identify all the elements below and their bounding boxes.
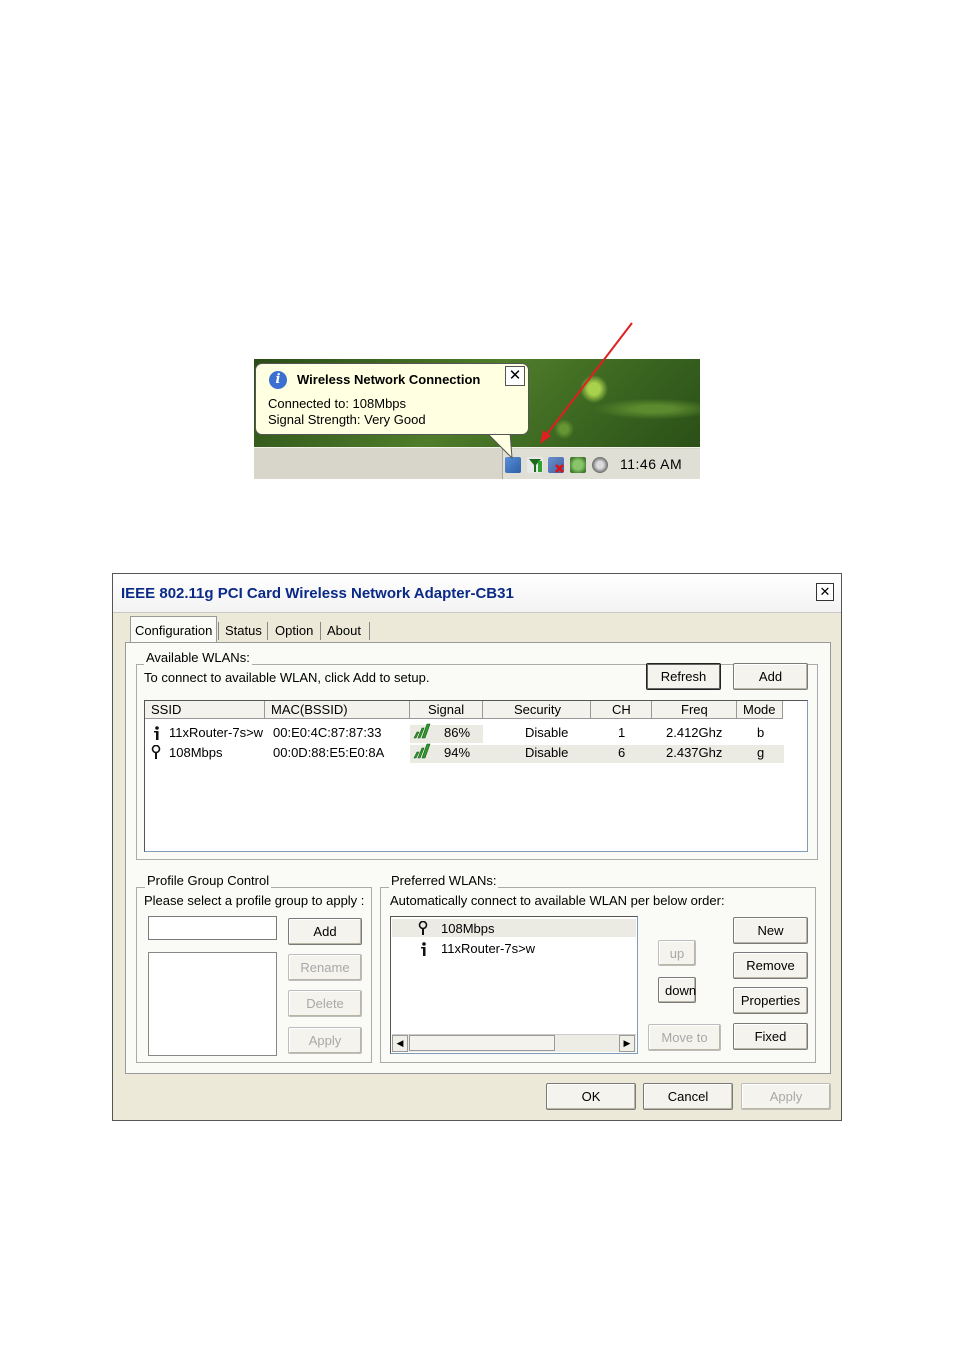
table-cell-mac: 00:0D:88:E5:E0:8A <box>273 745 385 760</box>
preferred-wlans-hint: Automatically connect to available WLAN … <box>390 893 725 908</box>
add-wlan-button[interactable]: Add <box>733 663 808 690</box>
table-cell-security: Disable <box>525 745 569 760</box>
balloon-connected-text: Connected to: 108Mbps <box>268 396 407 411</box>
dialog-close-button[interactable]: ✕ <box>816 583 834 601</box>
table-cell-ch: 1 <box>618 725 626 740</box>
preferred-list-scrollbar[interactable]: ◀ ▶ <box>392 1034 636 1052</box>
profile-delete-button[interactable]: Delete <box>288 990 362 1017</box>
ap-mode-b-icon <box>154 726 159 740</box>
volume-icon[interactable] <box>592 457 608 473</box>
wireless-adapter-dialog: IEEE 802.11g PCI Card Wireless Network A… <box>112 573 842 1121</box>
fixed-button[interactable]: Fixed <box>733 1023 808 1050</box>
info-icon: i <box>269 371 287 389</box>
table-cell-mode: b <box>757 725 765 740</box>
table-cell-freq: 2.437Ghz <box>666 745 723 760</box>
scroll-right-arrow-icon[interactable]: ▶ <box>619 1035 635 1052</box>
apply-button[interactable]: Apply <box>741 1083 831 1110</box>
table-cell-mode: g <box>757 745 765 760</box>
column-header-mac[interactable]: MAC(BSSID) <box>265 701 410 719</box>
notification-balloon: i Wireless Network Connection Connected … <box>255 363 529 435</box>
scrollbar-thumb[interactable] <box>409 1035 555 1051</box>
column-header-ssid[interactable]: SSID <box>145 701 265 719</box>
profile-group-list[interactable] <box>148 952 277 1056</box>
tab-configuration[interactable]: Configuration <box>130 616 218 643</box>
table-cell-ch: 6 <box>618 745 626 760</box>
list-item[interactable]: 108Mbps <box>441 921 494 936</box>
table-cell-signal: 86% <box>444 725 471 740</box>
tab-separator <box>369 622 370 640</box>
wireless-utility-icon[interactable] <box>527 457 543 473</box>
ap-mode-g-icon <box>418 921 428 935</box>
dialog-titlebar[interactable]: IEEE 802.11g PCI Card Wireless Network A… <box>113 574 841 613</box>
preferred-wlans-label: Preferred WLANs: <box>389 873 499 888</box>
tab-option[interactable]: Option <box>271 619 317 642</box>
cancel-button[interactable]: Cancel <box>643 1083 733 1110</box>
column-header-ch[interactable]: CH <box>591 701 652 719</box>
scroll-left-arrow-icon[interactable]: ◀ <box>392 1035 408 1052</box>
new-profile-button[interactable]: New <box>733 917 808 944</box>
ap-mode-b-icon <box>421 942 426 956</box>
refresh-button[interactable]: Refresh <box>646 663 721 690</box>
list-item[interactable]: 11xRouter-7s>w <box>441 941 535 956</box>
column-header-signal[interactable]: Signal <box>410 701 483 719</box>
table-cell-mac: 00:E0:4C:87:87:33 <box>273 725 382 740</box>
ok-button[interactable]: OK <box>546 1083 636 1110</box>
properties-button[interactable]: Properties <box>733 987 808 1014</box>
preferred-wlans-list[interactable]: 108Mbps 11xRouter-7s>w ◀ ▶ <box>390 916 638 1054</box>
balloon-close-button[interactable]: ✕ <box>505 366 525 386</box>
remove-profile-button[interactable]: Remove <box>733 952 808 979</box>
profile-apply-button[interactable]: Apply <box>288 1027 362 1054</box>
list-item-highlight <box>392 919 636 937</box>
ap-mode-g-icon <box>151 745 161 759</box>
balloon-title: Wireless Network Connection <box>297 372 481 387</box>
safely-remove-hardware-icon[interactable] <box>570 457 586 473</box>
profile-group-hint: Please select a profile group to apply : <box>144 893 365 908</box>
table-cell-security: Disable <box>525 725 569 740</box>
column-header-security[interactable]: Security <box>483 701 591 719</box>
signal-strength-icon <box>413 743 431 759</box>
tab-about[interactable]: About <box>323 619 365 642</box>
table-cell-freq: 2.412Ghz <box>666 725 723 740</box>
column-header-freq[interactable]: Freq <box>652 701 737 719</box>
tab-separator <box>267 622 268 640</box>
dialog-title: IEEE 802.11g PCI Card Wireless Network A… <box>121 585 514 602</box>
tab-separator <box>218 622 219 640</box>
red-pointer-arrow <box>540 322 633 444</box>
balloon-tail <box>486 432 513 460</box>
move-down-button[interactable]: down <box>658 977 696 1003</box>
table-cell-signal: 94% <box>444 745 471 760</box>
available-wlans-table[interactable]: SSID MAC(BSSID) Signal Security CH Freq … <box>144 700 808 852</box>
profile-rename-button[interactable]: Rename <box>288 954 362 981</box>
available-wlans-hint: To connect to available WLAN, click Add … <box>144 670 430 685</box>
network-disconnected-icon[interactable] <box>548 457 564 473</box>
taskbar-clock: 11:46 AM <box>620 456 683 472</box>
available-wlans-label: Available WLANs: <box>144 650 252 665</box>
profile-group-label: Profile Group Control <box>145 873 272 888</box>
profile-add-button[interactable]: Add <box>288 918 362 945</box>
tab-separator <box>320 622 321 640</box>
move-to-button[interactable]: Move to <box>648 1024 721 1051</box>
move-up-button[interactable]: up <box>658 940 696 966</box>
table-cell-ssid[interactable]: 108Mbps <box>169 745 222 760</box>
column-header-mode[interactable]: Mode <box>737 701 783 719</box>
signal-strength-icon <box>413 723 431 739</box>
profile-group-input[interactable] <box>148 916 277 940</box>
tab-status[interactable]: Status <box>221 619 266 642</box>
table-cell-ssid[interactable]: 11xRouter-7s>w <box>169 725 263 740</box>
balloon-signal-text: Signal Strength: Very Good <box>268 412 426 427</box>
